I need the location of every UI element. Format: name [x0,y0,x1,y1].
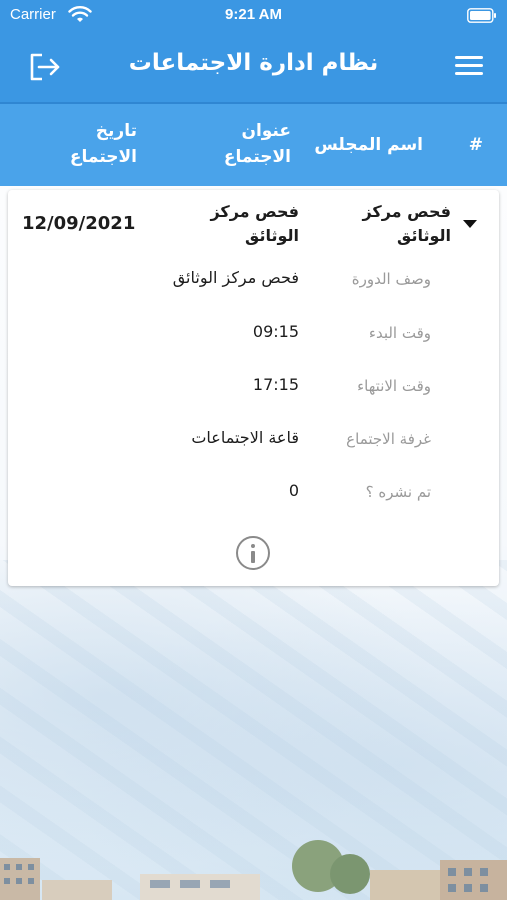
detail-value: قاعة الاجتماعات [191,428,299,447]
detail-row-meeting-room: غرفة الاجتماع قاعة الاجتماعات [8,426,499,456]
cell-meeting-date: 12/09/2021 [22,213,136,234]
header-meeting-date: تاريخ الاجتماع [69,121,137,167]
header-hash: # [468,135,483,155]
header-council-name: اسم المجلس [314,135,423,155]
detail-label: وقت البدء [368,324,431,342]
detail-value: 0 [288,481,299,500]
page-title: نظام ادارة الاجتماعات [128,50,379,76]
detail-value: فحص مركز الوثائق [172,268,299,287]
detail-row-end-time: وقت الانتهاء 17:15 [8,373,499,403]
header-meeting-title: عنوان الاجتماع [223,121,291,167]
hamburger-menu-icon[interactable] [455,56,483,78]
logout-icon[interactable] [28,52,62,82]
detail-row-published: تم نشره ؟ 0 [8,479,499,509]
meeting-card: فحص مركز الوثائق فحص مركز الوثائق 12/09/… [8,190,499,586]
status-bar: Carrier 9:21 AM [0,0,507,32]
detail-label: تم نشره ؟ [365,483,431,501]
info-icon[interactable] [236,536,270,570]
building-skyline-image [0,840,507,900]
detail-label: وصف الدورة [351,270,431,288]
detail-value: 09:15 [252,322,299,341]
detail-label: غرفة الاجتماع [346,430,431,448]
table-header: # اسم المجلس عنوان الاجتماع تاريخ الاجتم… [0,102,507,186]
detail-row-start-time: وقت البدء 09:15 [8,320,499,350]
detail-value: 17:15 [252,375,299,394]
battery-icon [467,8,496,23]
clock-label: 9:21 AM [225,6,282,23]
cell-meeting-title: فحص مركز الوثائق [210,202,299,245]
table-row[interactable]: فحص مركز الوثائق فحص مركز الوثائق 12/09/… [8,190,499,260]
detail-row-description: وصف الدورة فحص مركز الوثائق [8,266,499,296]
app-bar: نظام ادارة الاجتماعات [0,32,507,102]
cell-council-name: فحص مركز الوثائق [362,202,451,245]
expand-caret-icon[interactable] [463,220,477,228]
detail-label: وقت الانتهاء [357,377,431,395]
